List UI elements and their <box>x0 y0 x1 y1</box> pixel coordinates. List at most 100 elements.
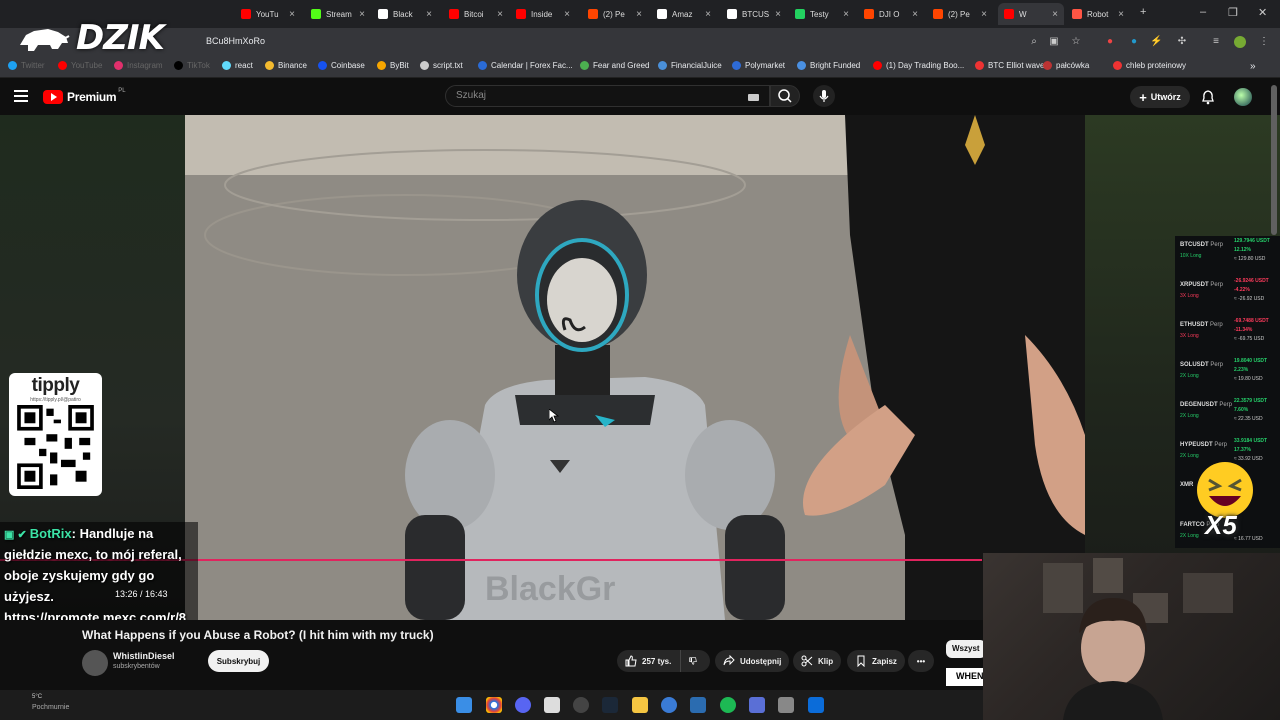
bookmark-item[interactable]: ByBit <box>377 61 409 70</box>
tab-close-icon[interactable]: × <box>564 9 570 20</box>
browser-tab[interactable]: Stream × <box>305 3 371 25</box>
bookmark-item[interactable]: TikTok <box>174 61 210 70</box>
youtube-premium-logo[interactable]: Premium PL <box>43 88 126 104</box>
app-icon[interactable] <box>778 697 794 713</box>
filter-chip-all[interactable]: Wszyst <box>946 640 986 658</box>
url-text[interactable]: BCu8HmXoRo <box>206 36 265 46</box>
bookmark-item[interactable]: Coinbase <box>318 61 365 70</box>
page-scrollbar[interactable] <box>1271 85 1277 235</box>
tab-close-icon[interactable]: × <box>981 9 987 20</box>
channel-avatar[interactable] <box>82 650 108 676</box>
bookmark-item[interactable]: Fear and Greed <box>580 61 649 70</box>
voice-search-button[interactable] <box>813 85 835 107</box>
bookmark-item[interactable]: pałcówka <box>1043 61 1089 70</box>
extension-icon[interactable]: ● <box>1128 36 1140 48</box>
search-button[interactable] <box>770 85 800 107</box>
weather-desc[interactable]: Pochmurnie <box>32 704 69 711</box>
bookmarks-overflow-icon[interactable]: » <box>1250 61 1256 72</box>
app-icon[interactable] <box>808 697 824 713</box>
notifications-bell-icon[interactable] <box>1200 89 1216 105</box>
browser-tab[interactable]: Black × <box>372 3 438 25</box>
app-icon[interactable] <box>544 697 560 713</box>
like-button[interactable]: 257 tys. <box>617 650 687 672</box>
tab-close-icon[interactable]: × <box>636 9 642 20</box>
browser-tab[interactable]: W × <box>998 3 1064 25</box>
tab-close-icon[interactable]: × <box>1052 9 1058 20</box>
browser-tab[interactable]: (2) Pe × <box>582 3 648 25</box>
app-icon[interactable] <box>749 697 765 713</box>
media-control-icon[interactable]: ≡ <box>1210 36 1222 48</box>
subscribe-button[interactable]: Subskrybuj <box>208 650 269 672</box>
search-input[interactable] <box>456 90 736 101</box>
account-avatar[interactable] <box>1234 88 1252 106</box>
bookmark-item[interactable]: script.txt <box>420 61 463 70</box>
channel-name[interactable]: WhistlinDiesel <box>113 651 175 661</box>
obs-icon[interactable] <box>573 697 589 713</box>
windows-start-icon[interactable] <box>456 697 472 713</box>
close-window-button[interactable]: ✕ <box>1258 6 1267 19</box>
tab-close-icon[interactable]: × <box>843 9 849 20</box>
tab-close-icon[interactable]: × <box>426 9 432 20</box>
browser-tab[interactable]: (2) Pe × <box>927 3 993 25</box>
zoom-icon[interactable]: ⌕ <box>1028 36 1040 48</box>
bookmark-item[interactable]: Polymarket <box>732 61 785 70</box>
tab-close-icon[interactable]: × <box>912 9 918 20</box>
minimize-button[interactable]: – <box>1200 6 1206 18</box>
chrome-icon[interactable] <box>486 697 502 713</box>
tab-close-icon[interactable]: × <box>705 9 711 20</box>
file-explorer-icon[interactable] <box>632 697 648 713</box>
extensions-puzzle-icon[interactable]: ✣ <box>1176 36 1188 48</box>
bookmark-item[interactable]: Bright Funded <box>797 61 860 70</box>
browser-tab[interactable]: Amaz × <box>651 3 717 25</box>
share-button[interactable]: Udostępnij <box>715 650 790 672</box>
browser-tab[interactable]: YouTu × <box>235 3 301 25</box>
bookmark-label: Coinbase <box>331 61 365 70</box>
keyboard-icon[interactable] <box>748 94 759 101</box>
cast-icon[interactable]: ▣ <box>1048 36 1060 48</box>
browser-tab[interactable]: Testy × <box>789 3 855 25</box>
browser-tab[interactable]: BTCUS × <box>721 3 787 25</box>
video-frame-robot: BlackGr <box>185 115 1085 620</box>
browser-tab[interactable]: Inside × <box>510 3 576 25</box>
bookmark-item[interactable]: Twitter <box>8 61 45 70</box>
video-player[interactable]: BlackGr <box>185 115 1085 620</box>
maximize-button[interactable]: ❐ <box>1228 6 1238 19</box>
app-icon[interactable] <box>661 697 677 713</box>
tab-close-icon[interactable]: × <box>1118 9 1124 20</box>
tab-close-icon[interactable]: × <box>359 9 365 20</box>
bookmark-item[interactable]: react <box>222 61 253 70</box>
spotify-icon[interactable] <box>720 697 736 713</box>
tab-close-icon[interactable]: × <box>497 9 503 20</box>
browser-tab[interactable]: Bitcoi × <box>443 3 509 25</box>
extension-icon[interactable]: ● <box>1104 36 1116 48</box>
tab-label: Amaz <box>672 9 693 19</box>
steam-icon[interactable] <box>602 697 618 713</box>
bookmark-item[interactable]: FinancialJuice <box>658 61 722 70</box>
bookmark-item[interactable]: BTC Elliot wave <box>975 61 1044 70</box>
app-icon[interactable] <box>690 697 706 713</box>
bookmark-star-icon[interactable]: ☆ <box>1070 36 1082 48</box>
recommended-chip[interactable]: WHEN <box>946 668 986 686</box>
more-actions-button[interactable]: ••• <box>908 650 934 672</box>
bookmark-item[interactable]: YouTube <box>58 61 102 70</box>
clip-button[interactable]: Klip <box>793 650 842 672</box>
hamburger-menu-icon[interactable] <box>14 90 28 102</box>
weather-temp[interactable]: 5°C <box>32 694 42 700</box>
profile-avatar-icon[interactable] <box>1234 36 1246 48</box>
browser-tab[interactable]: Robot × <box>1066 3 1130 25</box>
bookmark-item[interactable]: Instagram <box>114 61 163 70</box>
dislike-button[interactable] <box>680 650 710 672</box>
save-button[interactable]: Zapisz <box>847 650 905 672</box>
extension-icon[interactable]: ⚡ <box>1150 36 1162 48</box>
bookmark-item[interactable]: (1) Day Trading Boo... <box>873 61 964 70</box>
tab-close-icon[interactable]: × <box>775 9 781 20</box>
bookmark-item[interactable]: Calendar | Forex Fac... <box>478 61 573 70</box>
discord-icon[interactable] <box>515 697 531 713</box>
bookmark-item[interactable]: chleb proteinowy <box>1113 61 1186 70</box>
create-button[interactable]: + Utwórz <box>1130 86 1190 108</box>
browser-tab[interactable]: DJI O × <box>858 3 924 25</box>
chrome-menu-icon[interactable]: ⋮ <box>1258 36 1270 48</box>
tab-close-icon[interactable]: × <box>289 9 295 20</box>
bookmark-item[interactable]: Binance <box>265 61 307 70</box>
new-tab-button[interactable]: + <box>1140 6 1146 18</box>
